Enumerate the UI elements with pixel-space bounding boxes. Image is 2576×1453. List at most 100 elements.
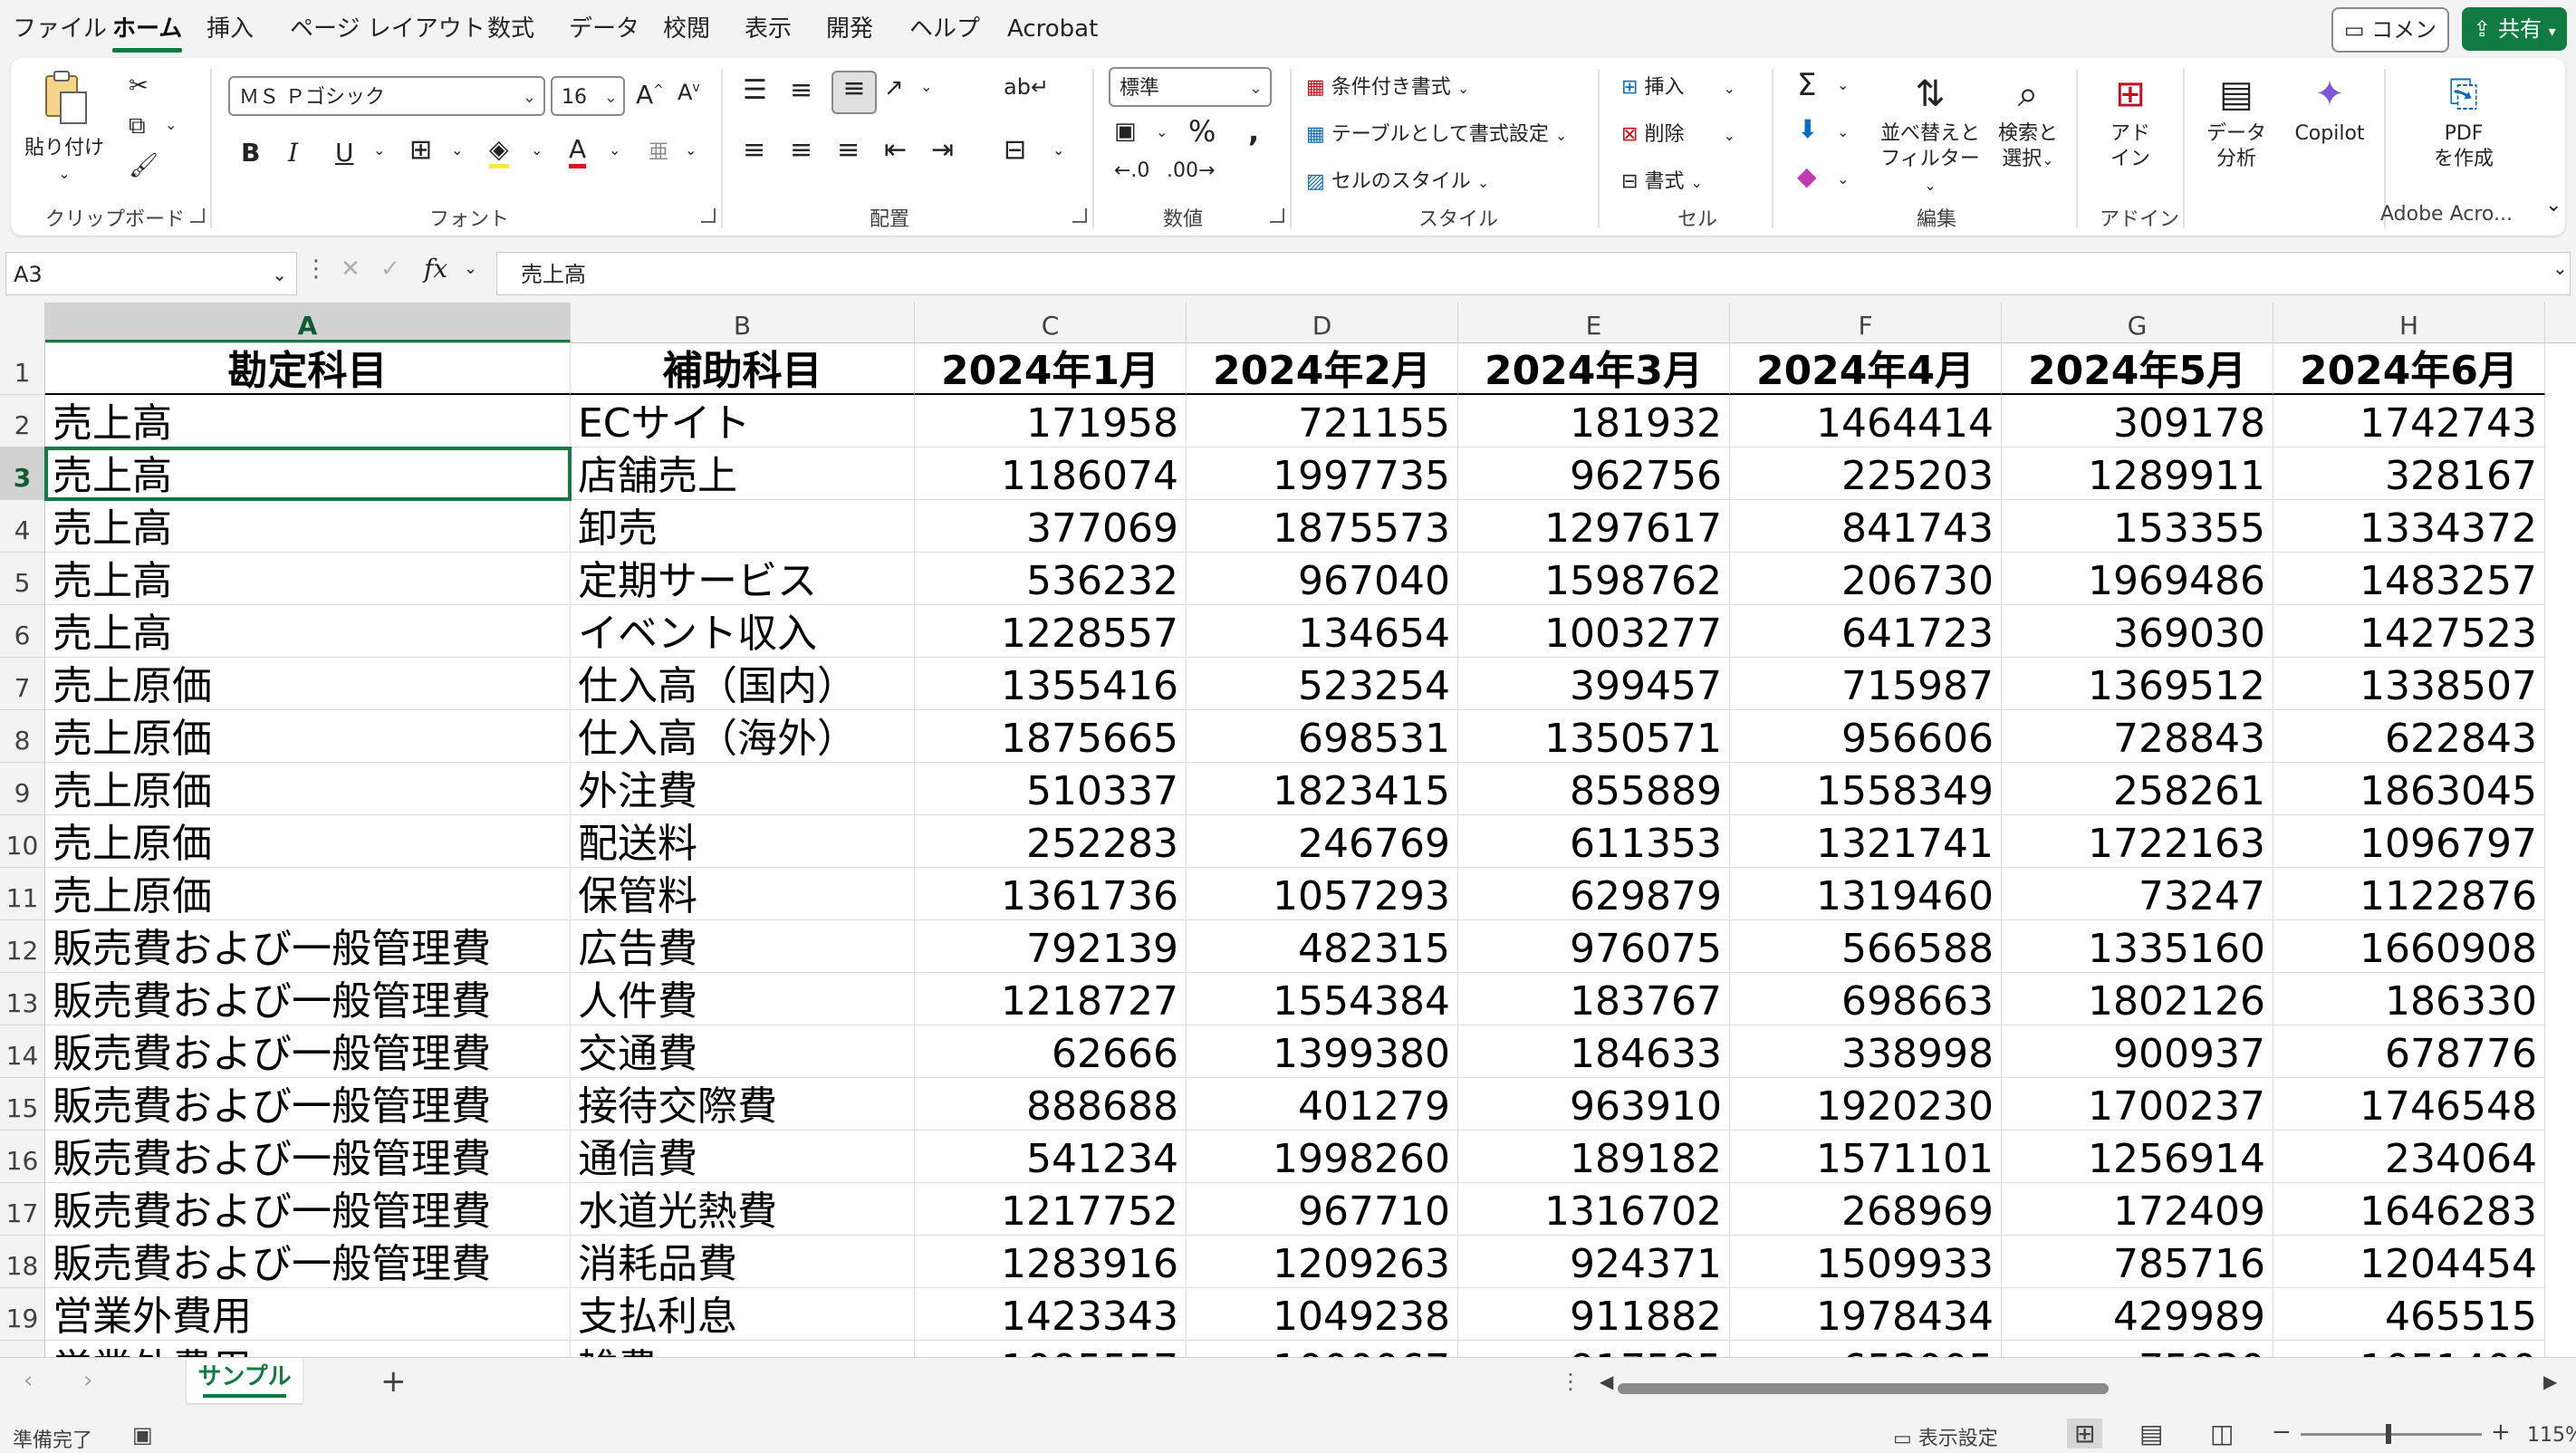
cell[interactable]: 1998260 xyxy=(1187,1131,1458,1183)
select-all-corner[interactable] xyxy=(0,303,45,342)
menu-tab-acrobat[interactable]: Acrobat xyxy=(1007,9,1098,49)
cell[interactable]: 465515 xyxy=(2273,1288,2545,1341)
header-cell[interactable]: 2024年2月 xyxy=(1187,342,1458,395)
chevron-down-icon[interactable]: ⌄ xyxy=(373,141,385,159)
cell[interactable]: 911882 xyxy=(1458,1288,1730,1341)
cell[interactable]: 1186074 xyxy=(915,447,1187,500)
row-header[interactable]: 8 xyxy=(0,710,45,763)
cell[interactable]: 1122876 xyxy=(2273,868,2545,920)
cell[interactable]: 967040 xyxy=(1187,553,1458,605)
worksheet-grid[interactable]: A B C D E F G H 1 2 3 4 5 6 7 8 9 10 11 12 13 14 15 16 1… xyxy=(0,303,2576,1357)
conditional-format-button[interactable]: ▦ 条件付き書式 ⌄ xyxy=(1306,71,1469,100)
add-sheet-button[interactable]: + xyxy=(380,1363,407,1400)
more-options-icon[interactable]: ⋮ xyxy=(304,255,328,283)
cell[interactable]: 900937 xyxy=(2002,1025,2273,1078)
percent-icon[interactable]: % xyxy=(1188,114,1216,149)
display-settings-button[interactable]: ▭ 表示設定 xyxy=(1893,1422,1998,1451)
cell[interactable]: 678776 xyxy=(2273,1025,2545,1078)
cell[interactable]: 1700237 xyxy=(2002,1078,2273,1131)
fill-color-icon[interactable]: ◈ xyxy=(489,134,509,168)
zoom-in-icon[interactable]: + xyxy=(2491,1419,2511,1446)
cell[interactable]: 仕入高（海外） xyxy=(571,710,915,763)
enter-icon[interactable]: ✓ xyxy=(380,255,400,283)
align-bottom-icon[interactable]: ≡ xyxy=(831,71,877,114)
chevron-down-icon[interactable]: ⌄ xyxy=(165,116,177,133)
scroll-right-icon[interactable]: ▶ xyxy=(2543,1371,2557,1392)
row-header[interactable]: 19 xyxy=(0,1288,45,1341)
cell[interactable]: 1297617 xyxy=(1458,500,1730,553)
cell[interactable]: 1571101 xyxy=(1730,1131,2002,1183)
align-left-icon[interactable]: ≡ xyxy=(743,134,765,166)
comma-style-icon[interactable]: , xyxy=(1248,114,1259,149)
cell-styles-button[interactable]: ▨ セルのスタイル ⌄ xyxy=(1306,165,1489,194)
cell[interactable]: 1646283 xyxy=(2273,1183,2545,1236)
orientation-icon[interactable]: ↗ xyxy=(884,74,904,101)
scroll-left-icon[interactable]: ◀ xyxy=(1600,1371,1613,1392)
create-pdf-button[interactable]: ⎘ PDF を作成 xyxy=(2420,67,2507,172)
cell[interactable]: 956606 xyxy=(1730,710,2002,763)
menu-tab-review[interactable]: 校閲 xyxy=(663,9,710,49)
increase-decimal-icon[interactable]: ←.0 xyxy=(1114,159,1149,182)
cell[interactable]: 62666 xyxy=(915,1025,1187,1078)
cell[interactable]: 売上高 xyxy=(45,605,571,658)
row-header[interactable]: 4 xyxy=(0,500,45,553)
cell[interactable]: ECサイト xyxy=(571,395,915,447)
cell[interactable]: 1558349 xyxy=(1730,763,2002,815)
cell[interactable]: 1321741 xyxy=(1730,815,2002,868)
sort-filter-button[interactable]: ⇅ 並べ替えと フィルター ⌄ xyxy=(1880,67,1980,198)
cell[interactable]: 721155 xyxy=(1187,395,1458,447)
row-header[interactable]: 17 xyxy=(0,1183,45,1236)
cell[interactable]: 73247 xyxy=(2002,868,2273,920)
normal-view-icon[interactable]: ⊞ xyxy=(2067,1419,2103,1448)
cell[interactable]: 1802126 xyxy=(2002,973,2273,1025)
cell[interactable]: 営業外費用 xyxy=(45,1341,571,1357)
cell[interactable]: 536232 xyxy=(915,553,1187,605)
expand-formula-icon[interactable]: ⌄ xyxy=(2552,257,2568,279)
column-header-e[interactable]: E xyxy=(1458,303,1730,342)
column-header-g[interactable]: G xyxy=(2002,303,2273,342)
cell[interactable]: 622843 xyxy=(2273,710,2545,763)
cell[interactable]: 販売費および一般管理費 xyxy=(45,920,571,973)
font-size-select[interactable]: 16 ⌄ xyxy=(551,76,625,116)
cell[interactable]: 1978434 xyxy=(1730,1288,2002,1341)
cell[interactable]: イベント収入 xyxy=(571,605,915,658)
cell[interactable]: 611353 xyxy=(1458,815,1730,868)
cell[interactable]: 186330 xyxy=(2273,973,2545,1025)
cell[interactable]: 153355 xyxy=(2002,500,2273,553)
chevron-down-icon[interactable]: ⌄ xyxy=(685,141,697,159)
cell[interactable]: 1875573 xyxy=(1187,500,1458,553)
decrease-indent-icon[interactable]: ⇤ xyxy=(884,134,907,166)
number-format-select[interactable]: 標準 ⌄ xyxy=(1109,67,1272,107)
cell[interactable]: 641723 xyxy=(1730,605,2002,658)
chevron-down-icon[interactable]: ⌄ xyxy=(1837,170,1849,188)
menu-tab-insert[interactable]: 挿入 xyxy=(207,9,254,49)
row-header[interactable]: 7 xyxy=(0,658,45,710)
delete-cells-button[interactable]: ⊠ 削除 ⌄ xyxy=(1621,118,1735,147)
phonetic-icon[interactable]: 亜 xyxy=(649,136,668,165)
alignment-launcher-icon[interactable] xyxy=(1072,208,1087,223)
cell[interactable]: 309178 xyxy=(2002,395,2273,447)
cell[interactable]: 1217752 xyxy=(915,1183,1187,1236)
cell[interactable]: 1209263 xyxy=(1187,1236,1458,1288)
cell[interactable]: 1096797 xyxy=(2273,815,2545,868)
menu-tab-help[interactable]: ヘルプ xyxy=(909,9,980,49)
cell[interactable]: 1204454 xyxy=(2273,1236,2545,1288)
row-header[interactable]: 18 xyxy=(0,1236,45,1288)
cell[interactable]: 1598762 xyxy=(1458,553,1730,605)
chevron-down-icon[interactable]: ⌄ xyxy=(464,259,477,278)
cell[interactable]: 保管料 xyxy=(571,868,915,920)
cell[interactable]: 1051400 xyxy=(2273,1341,2545,1357)
cell[interactable]: 支払利息 xyxy=(571,1288,915,1341)
cell[interactable]: 338998 xyxy=(1730,1025,2002,1078)
cell[interactable]: 728843 xyxy=(2002,710,2273,763)
cell[interactable]: 販売費および一般管理費 xyxy=(45,1236,571,1288)
cell[interactable]: 541234 xyxy=(915,1131,1187,1183)
cell[interactable]: 189182 xyxy=(1458,1131,1730,1183)
accounting-format-icon[interactable]: ▣ xyxy=(1114,118,1137,145)
cell[interactable]: 1423343 xyxy=(915,1288,1187,1341)
cell[interactable]: 1863045 xyxy=(2273,763,2545,815)
align-middle-icon[interactable]: ≡ xyxy=(790,74,812,106)
bold-button[interactable]: B xyxy=(241,138,260,168)
cell[interactable]: 売上高 xyxy=(45,395,571,447)
cell[interactable]: 定期サービス xyxy=(571,553,915,605)
